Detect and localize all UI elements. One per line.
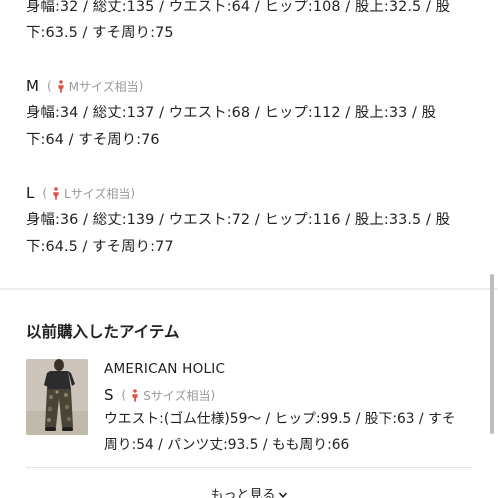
purchased-items-title: 以前購入したアイテム <box>26 323 180 341</box>
size-heading-l: L (Lサイズ相当) <box>26 183 135 203</box>
size-spec-line: 身幅:32 / 総丈:135 / ウエスト:64 / ヒップ:108 / 股上:… <box>26 0 451 15</box>
product-brand[interactable]: AMERICAN HOLIC <box>104 361 225 377</box>
size-note-text: Mサイズ相当 <box>68 79 139 94</box>
size-note: (Mサイズ相当) <box>46 79 144 94</box>
size-name: L <box>26 184 35 202</box>
size-heading-m: M (Mサイズ相当) <box>26 76 143 96</box>
purchased-spec-line: 周り:54 / パンツ丈:93.5 / もも周り:66 <box>104 437 350 453</box>
size-spec-line: 下:64.5 / すそ周り:77 <box>26 239 174 255</box>
size-name: M <box>26 77 39 95</box>
size-note-text: Sサイズ相当 <box>143 388 211 403</box>
person-icon <box>57 79 64 93</box>
chevron-down-icon <box>278 492 287 498</box>
scrollbar[interactable] <box>490 274 494 434</box>
size-spec-line: 下:63.5 / すそ周り:75 <box>26 25 174 41</box>
size-spec-line: 身幅:36 / 総丈:139 / ウエスト:72 / ヒップ:116 / 股上:… <box>26 212 451 228</box>
size-spec-line: 下:64 / すそ周り:76 <box>26 132 160 148</box>
purchased-spec-line: ウエスト:(ゴム仕様)59～ / ヒップ:99.5 / 股下:63 / すそ <box>104 411 456 427</box>
show-more-label: もっと見る <box>210 488 276 498</box>
size-note: (Sサイズ相当) <box>121 388 216 403</box>
product-image <box>26 359 88 435</box>
person-icon <box>132 388 139 402</box>
person-icon <box>53 186 59 200</box>
list-divider <box>26 467 472 468</box>
purchased-size-heading: S (Sサイズ相当) <box>104 385 215 405</box>
size-note-text: Lサイズ相当 <box>64 186 131 201</box>
size-spec-line: 身幅:34 / 総丈:137 / ウエスト:68 / ヒップ:112 / 股上:… <box>26 105 437 121</box>
size-name: S <box>104 386 114 404</box>
size-chart-section: 身幅:32 / 総丈:135 / ウエスト:64 / ヒップ:108 / 股上:… <box>0 0 498 288</box>
size-note: (Lサイズ相当) <box>42 186 136 201</box>
product-thumbnail[interactable] <box>26 359 88 435</box>
show-more-button[interactable]: もっと見る <box>0 484 498 498</box>
